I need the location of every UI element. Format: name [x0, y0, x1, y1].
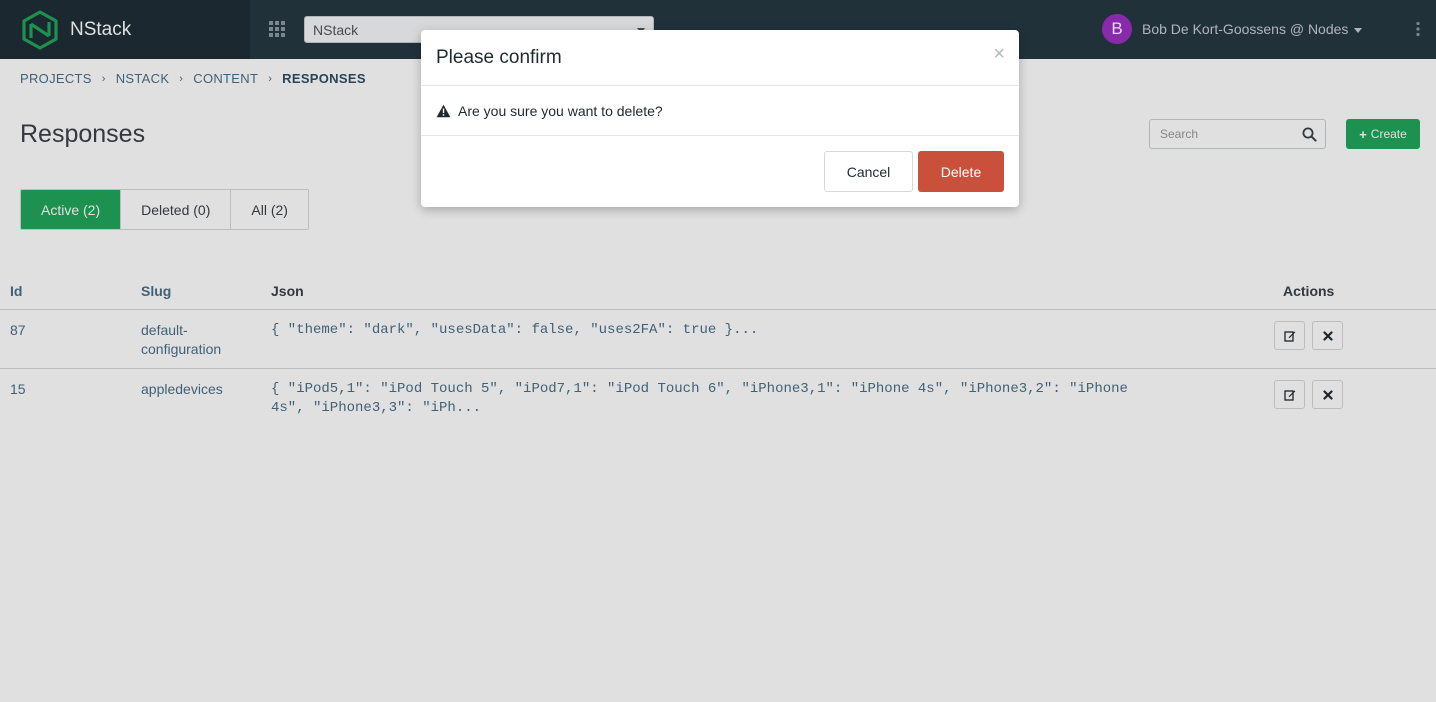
confirm-dialog: Please confirm × Are you sure you want t… [421, 30, 1019, 207]
dialog-message: Are you sure you want to delete? [458, 102, 663, 119]
dialog-footer: Cancel Delete [421, 136, 1019, 206]
close-icon[interactable]: × [993, 44, 1005, 64]
dialog-header: Please confirm × [421, 30, 1019, 86]
warning-icon [436, 104, 451, 117]
dialog-body: Are you sure you want to delete? [421, 86, 1019, 136]
dialog-title: Please confirm [436, 47, 562, 68]
cancel-button[interactable]: Cancel [824, 151, 913, 192]
delete-button[interactable]: Delete [918, 151, 1004, 192]
